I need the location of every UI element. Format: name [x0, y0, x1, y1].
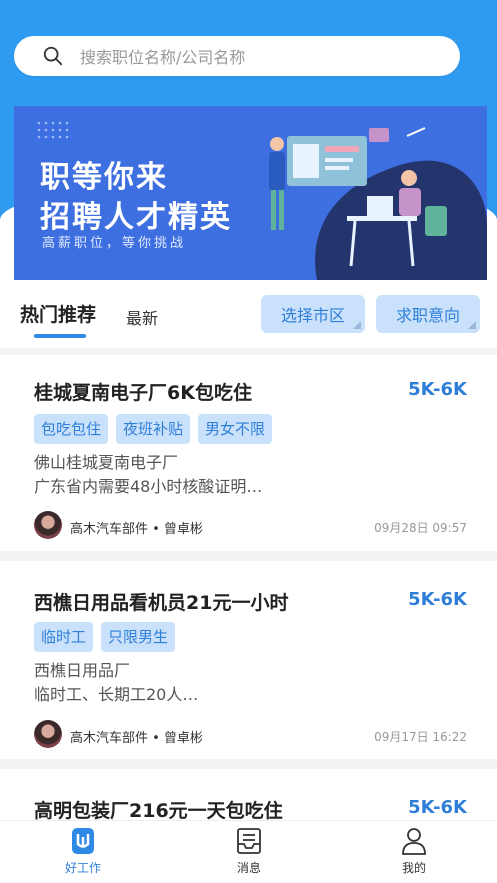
banner-subtitle: 高薪职位，等你挑战	[42, 236, 187, 251]
banner-dots-decoration	[37, 121, 69, 139]
job-tag: 只限男生	[101, 622, 176, 652]
job-title: 西樵日用品看机员21元一小时	[34, 592, 289, 614]
dropdown-corner-icon	[468, 321, 476, 329]
bottom-navigation: 好工作 消息 我的	[0, 820, 497, 883]
job-tag: 临时工	[34, 622, 94, 652]
job-description: 佛山桂城夏南电子厂 广东省内需要48小时核酸证明…	[34, 451, 262, 499]
job-company: 高木汽车部件 • 曾卓彬	[70, 522, 203, 537]
briefcase-icon	[72, 828, 94, 854]
job-description: 西樵日用品厂 临时工、长期工20人…	[34, 659, 198, 707]
nav-messages-label: 消息	[236, 861, 261, 875]
search-icon	[43, 46, 63, 66]
banner-illustration	[269, 127, 487, 280]
job-card[interactable]: 西樵日用品看机员21元一小时 5K-6K 临时工 只限男生 西樵日用品厂 临时工…	[0, 561, 497, 759]
filter-intent-button[interactable]: 求职意向	[376, 295, 480, 333]
filter-intent-label: 求职意向	[395, 306, 460, 325]
inbox-icon	[237, 828, 261, 854]
tab-hot-recommend[interactable]: 热门推荐	[20, 300, 96, 327]
nav-work[interactable]: 好工作	[33, 825, 133, 876]
job-desc-line: 临时工、长期工20人…	[34, 685, 199, 704]
job-desc-line: 佛山桂城夏南电子厂	[34, 453, 179, 472]
active-tab-indicator	[34, 334, 86, 338]
job-tags: 包吃包住 夜班补贴 男女不限	[34, 414, 273, 444]
search-bar[interactable]: 搜索职位名称/公司名称	[14, 36, 460, 76]
job-title: 桂城夏南电子厂6K包吃住	[34, 382, 252, 404]
nav-mine[interactable]: 我的	[364, 825, 464, 876]
avatar	[34, 720, 62, 748]
job-tag: 夜班补贴	[116, 414, 191, 444]
dropdown-corner-icon	[353, 321, 361, 329]
promo-banner[interactable]: 职等你来 招聘人才精英 高薪职位，等你挑战	[14, 106, 487, 280]
job-tag: 男女不限	[198, 414, 273, 444]
job-salary: 5K-6K	[408, 589, 467, 610]
job-tags: 临时工 只限男生	[34, 622, 176, 652]
job-tag: 包吃包住	[34, 414, 109, 444]
nav-work-label: 好工作	[64, 861, 101, 875]
job-date: 09月17日 16:22	[374, 730, 467, 744]
filter-region-button[interactable]: 选择市区	[261, 295, 365, 333]
job-company: 高木汽车部件 • 曾卓彬	[70, 731, 203, 746]
filter-region-label: 选择市区	[280, 306, 345, 325]
banner-headline-2: 招聘人才精英	[40, 200, 232, 235]
job-card[interactable]: 桂城夏南电子厂6K包吃住 5K-6K 包吃包住 夜班补贴 男女不限 佛山桂城夏南…	[0, 355, 497, 551]
job-desc-line: 广东省内需要48小时核酸证明…	[34, 477, 263, 496]
tab-latest[interactable]: 最新	[126, 305, 158, 329]
nav-mine-label: 我的	[401, 861, 426, 875]
job-desc-line: 西樵日用品厂	[34, 661, 131, 680]
user-icon	[402, 828, 426, 855]
banner-headline-1: 职等你来	[40, 160, 168, 195]
search-placeholder: 搜索职位名称/公司名称	[80, 48, 246, 67]
job-date: 09月28日 09:57	[374, 521, 467, 535]
job-salary: 5K-6K	[408, 797, 467, 818]
tab-bar: 热门推荐 最新 选择市区 求职意向	[0, 290, 497, 348]
job-title: 高明包装厂216元一天包吃住	[34, 800, 283, 822]
avatar	[34, 511, 62, 539]
job-salary: 5K-6K	[408, 379, 467, 400]
nav-messages[interactable]: 消息	[199, 825, 299, 876]
